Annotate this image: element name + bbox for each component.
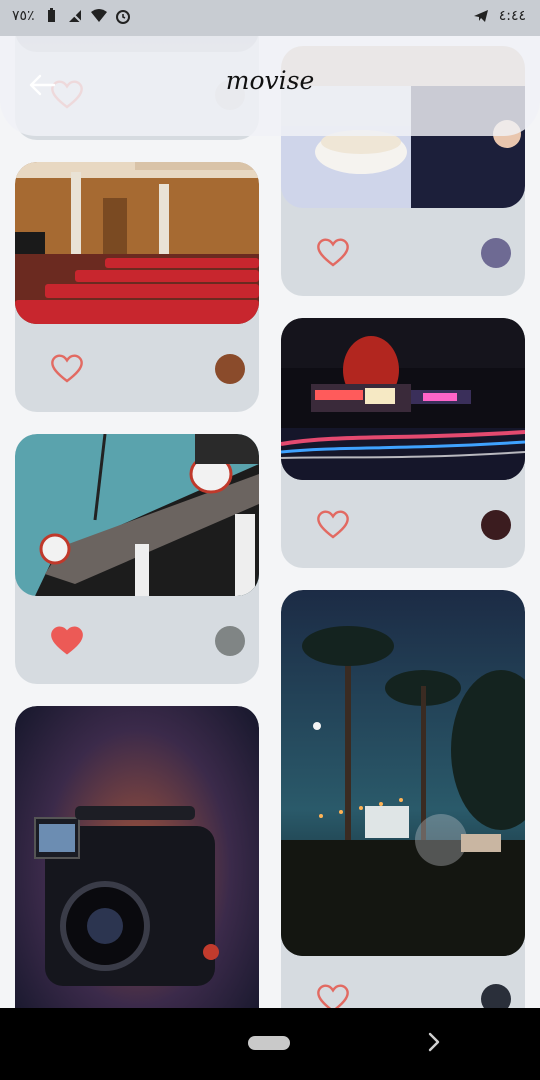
battery-percent: ٧٥٪ xyxy=(12,8,35,24)
movie-image xyxy=(281,590,525,956)
status-bar: ٧٥٪ ٤:٤٤ xyxy=(0,0,540,36)
movie-image xyxy=(15,162,259,324)
heart-icon[interactable] xyxy=(51,354,83,384)
battery-icon xyxy=(47,8,55,22)
no-signal-icon xyxy=(67,9,82,23)
page-title: movise xyxy=(225,66,315,95)
movie-card[interactable] xyxy=(281,590,525,1030)
navigation-bar xyxy=(0,1008,540,1080)
heart-icon[interactable] xyxy=(317,510,349,540)
telegram-icon xyxy=(473,10,488,22)
movie-card[interactable] xyxy=(15,434,259,684)
movie-image xyxy=(15,434,259,596)
movie-grid xyxy=(0,0,540,1066)
movie-card[interactable] xyxy=(281,318,525,568)
color-dot xyxy=(215,354,245,384)
movie-card[interactable] xyxy=(15,162,259,412)
status-time: ٤:٤٤ xyxy=(498,8,526,24)
color-dot xyxy=(481,238,511,268)
alarm-icon xyxy=(115,10,130,24)
app-bar: movise xyxy=(0,36,540,136)
heart-icon[interactable] xyxy=(51,626,83,656)
wifi-icon xyxy=(90,9,107,22)
home-pill[interactable] xyxy=(248,1036,290,1050)
color-dot xyxy=(215,626,245,656)
color-dot xyxy=(481,510,511,540)
chevron-right-icon[interactable] xyxy=(424,1030,444,1054)
heart-icon[interactable] xyxy=(317,238,349,268)
movie-image xyxy=(281,318,525,480)
